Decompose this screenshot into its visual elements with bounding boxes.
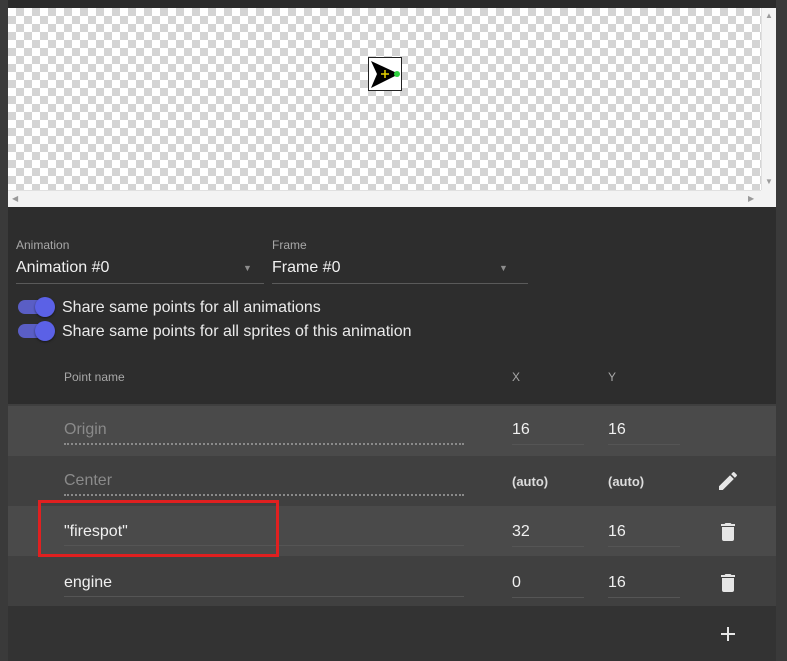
point-x-engine[interactable]: 0 xyxy=(512,574,521,592)
point-name-center: Center xyxy=(64,472,113,489)
point-y-center: (auto) xyxy=(608,474,645,489)
point-name-origin-underline xyxy=(64,443,464,445)
plus-icon xyxy=(721,627,735,641)
point-name-center-underline xyxy=(64,494,464,496)
share-points-animations-toggle[interactable] xyxy=(18,297,55,317)
sprite-image xyxy=(368,57,402,91)
right-edge xyxy=(776,0,787,661)
point-y-engine[interactable]: 16 xyxy=(608,574,626,592)
delete-firespot-button[interactable] xyxy=(716,520,740,544)
point-x-origin[interactable]: 16 xyxy=(512,421,530,439)
table-row-center: Center (auto) (auto) xyxy=(8,456,776,506)
column-header-x: X xyxy=(512,370,521,384)
point-name-origin: Origin xyxy=(64,421,107,438)
edit-center-button[interactable] xyxy=(716,469,740,493)
column-header-y: Y xyxy=(608,370,617,384)
frame-select[interactable]: Frame #0 xyxy=(272,259,340,277)
frame-select-label: Frame xyxy=(272,238,307,252)
share-points-animations-label: Share same points for all animations xyxy=(62,299,321,316)
frame-dropdown-icon[interactable]: ▼ xyxy=(499,263,508,273)
share-points-sprites-label: Share same points for all sprites of thi… xyxy=(62,323,412,340)
animation-select[interactable]: Animation #0 xyxy=(16,259,109,277)
preview-horizontal-scrollbar[interactable]: ◀ ▶ xyxy=(8,190,761,207)
point-x-center: (auto) xyxy=(512,474,549,489)
scroll-right-icon[interactable]: ▶ xyxy=(748,195,754,203)
point-x-firespot[interactable]: 32 xyxy=(512,523,530,541)
pencil-icon xyxy=(719,471,738,490)
table-row-origin: Origin 16 16 xyxy=(8,406,776,456)
preview-vertical-scrollbar[interactable]: ▲ ▼ xyxy=(761,8,776,190)
frame-select-underline xyxy=(272,283,528,284)
share-points-sprites-toggle[interactable] xyxy=(18,321,55,341)
scrollbar-corner xyxy=(761,190,776,207)
point-name-firespot[interactable]: "firespot" xyxy=(64,523,128,541)
delete-engine-button[interactable] xyxy=(716,571,740,595)
column-header-point-name: Point name xyxy=(64,370,125,384)
add-point-button[interactable] xyxy=(716,622,740,646)
trash-icon xyxy=(721,523,735,541)
scroll-down-icon[interactable]: ▼ xyxy=(765,178,773,186)
point-y-firespot[interactable]: 16 xyxy=(608,523,626,541)
points-editor-panel: Animation Animation #0 ▼ Frame Frame #0 … xyxy=(8,208,776,661)
transparency-checkerboard xyxy=(8,8,761,190)
scroll-up-icon[interactable]: ▲ xyxy=(765,12,773,20)
trash-icon xyxy=(721,574,735,592)
sprite-preview[interactable]: ▲ ▼ ◀ ▶ xyxy=(8,8,776,207)
scroll-left-icon[interactable]: ◀ xyxy=(12,195,18,203)
point-name-engine[interactable]: engine xyxy=(64,574,112,592)
table-row-engine: engine 0 16 xyxy=(8,556,776,606)
table-row-firespot: "firespot" 32 16 xyxy=(8,506,776,556)
point-y-origin[interactable]: 16 xyxy=(608,421,626,439)
animation-select-label: Animation xyxy=(16,238,70,252)
animation-select-underline xyxy=(16,283,264,284)
table-footer xyxy=(8,606,776,661)
animation-dropdown-icon[interactable]: ▼ xyxy=(243,263,252,273)
left-edge xyxy=(0,0,8,661)
